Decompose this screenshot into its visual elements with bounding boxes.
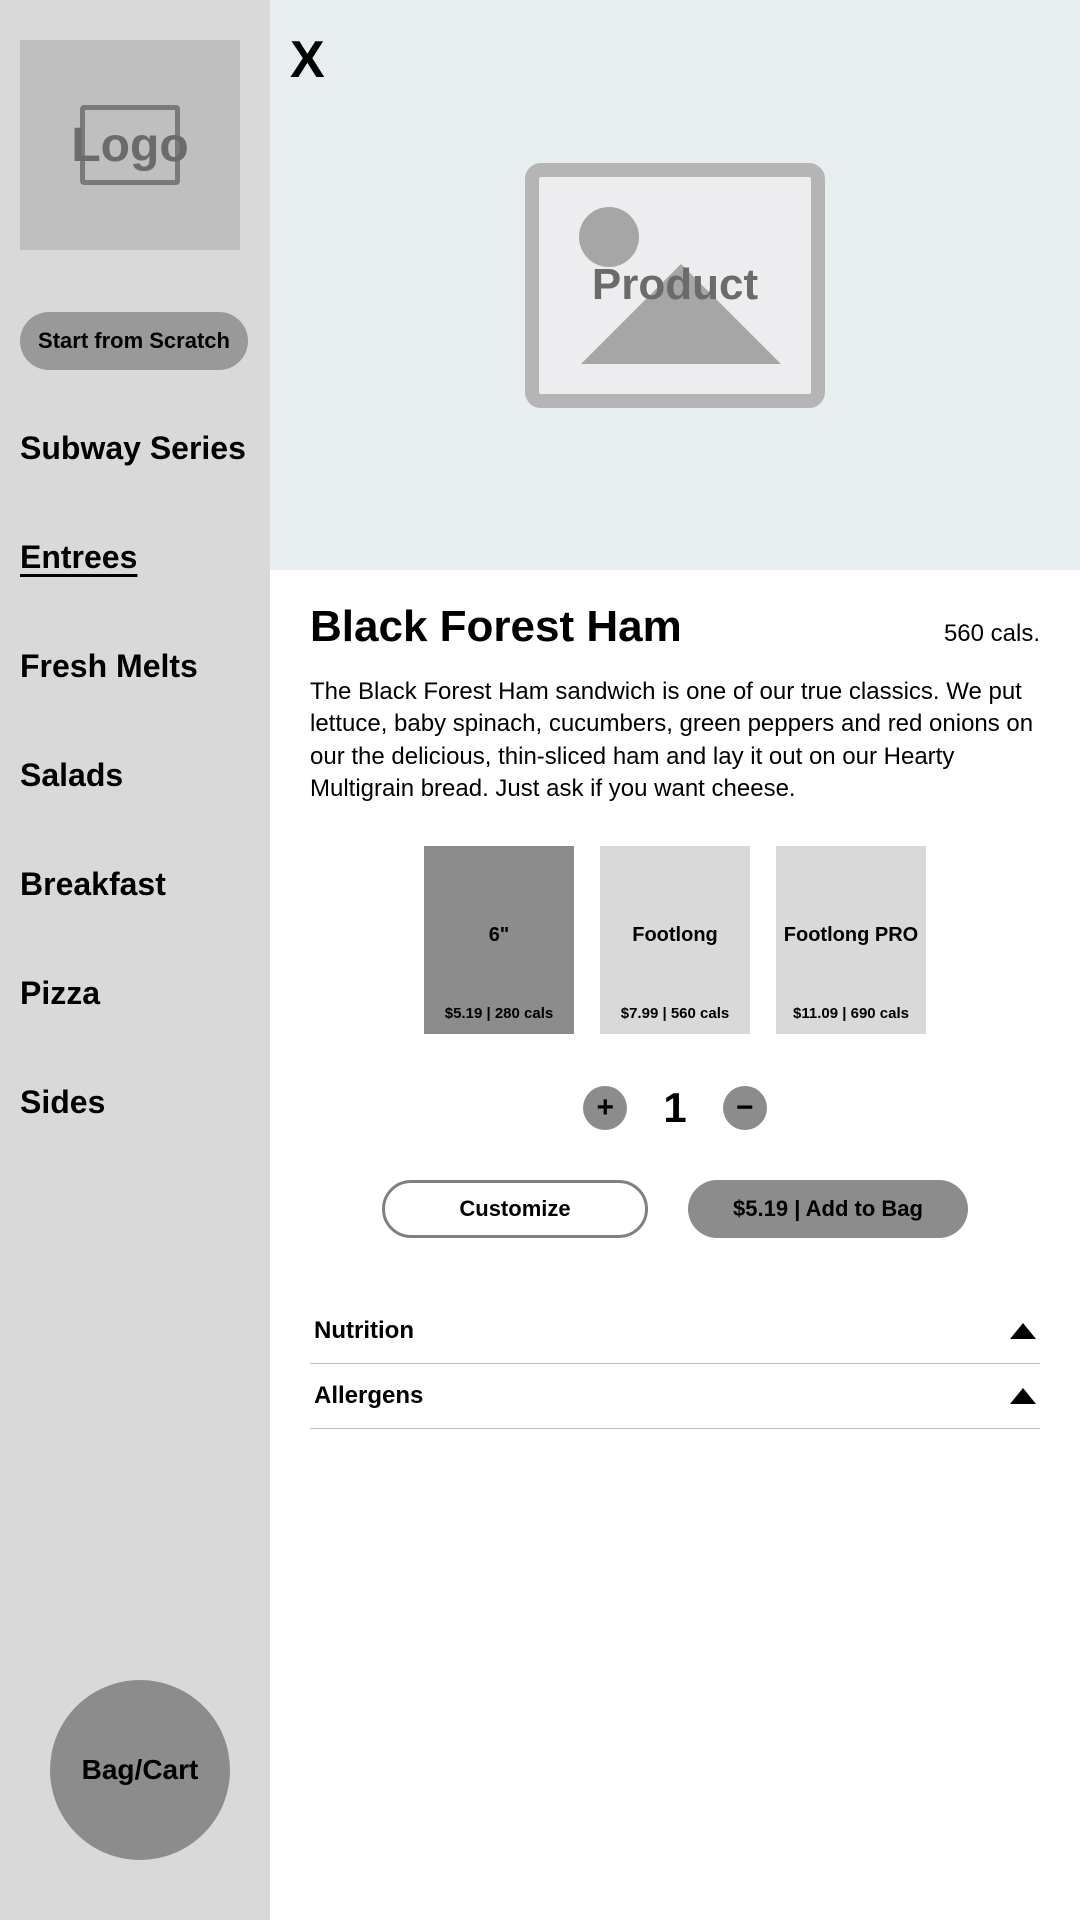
size-name: 6": [424, 924, 574, 947]
quantity-increment-button[interactable]: +: [583, 1086, 627, 1130]
size-options: 6" $5.19 | 280 cals Footlong $7.99 | 560…: [310, 846, 1040, 1034]
sidebar-item-fresh-melts[interactable]: Fresh Melts: [20, 648, 250, 685]
product-title: Black Forest Ham: [310, 602, 682, 652]
chevron-up-icon: [1010, 1323, 1036, 1339]
start-from-scratch-button[interactable]: Start from Scratch: [20, 312, 248, 370]
size-name: Footlong PRO: [776, 924, 926, 947]
accordion-allergens[interactable]: Allergens: [310, 1364, 1040, 1429]
size-meta: $7.99 | 560 cals: [621, 1005, 729, 1022]
sidebar-item-subway-series[interactable]: Subway Series: [20, 430, 250, 467]
quantity-decrement-button[interactable]: −: [723, 1086, 767, 1130]
add-to-bag-button[interactable]: $5.19 | Add to Bag: [688, 1180, 968, 1238]
accordion-label: Nutrition: [314, 1317, 414, 1345]
close-icon[interactable]: X: [290, 30, 325, 90]
logo-label: Logo: [71, 118, 188, 173]
sidebar-item-sides[interactable]: Sides: [20, 1084, 250, 1121]
size-option-6inch[interactable]: 6" $5.19 | 280 cals: [424, 846, 574, 1034]
product-content: Black Forest Ham 560 cals. The Black For…: [270, 570, 1080, 1429]
sidebar: Logo Start from Scratch Subway Series En…: [0, 0, 270, 1920]
product-description: The Black Forest Ham sandwich is one of …: [310, 676, 1040, 806]
category-list: Subway Series Entrees Fresh Melts Salads…: [20, 430, 250, 1121]
product-calories: 560 cals.: [944, 620, 1040, 648]
info-accordion: Nutrition Allergens: [310, 1298, 1040, 1429]
product-image-label: Product: [592, 260, 758, 310]
image-icon: [579, 207, 639, 267]
product-hero: X Product: [270, 0, 1080, 570]
customize-button[interactable]: Customize: [382, 1180, 648, 1238]
quantity-value: 1: [663, 1084, 686, 1132]
quantity-stepper: + 1 −: [310, 1084, 1040, 1132]
size-option-footlong[interactable]: Footlong $7.99 | 560 cals: [600, 846, 750, 1034]
product-image-placeholder: Product: [525, 163, 825, 408]
size-name: Footlong: [600, 924, 750, 947]
size-option-footlong-pro[interactable]: Footlong PRO $11.09 | 690 cals: [776, 846, 926, 1034]
accordion-nutrition[interactable]: Nutrition: [310, 1298, 1040, 1364]
size-meta: $11.09 | 690 cals: [793, 1005, 909, 1022]
accordion-label: Allergens: [314, 1382, 423, 1410]
logo-placeholder: Logo: [20, 40, 240, 250]
sidebar-item-pizza[interactable]: Pizza: [20, 975, 250, 1012]
sidebar-item-breakfast[interactable]: Breakfast: [20, 866, 250, 903]
product-detail-panel: X Product Black Forest Ham 560 cals. The…: [270, 0, 1080, 1920]
chevron-up-icon: [1010, 1388, 1036, 1404]
cart-button[interactable]: Bag/Cart: [50, 1680, 230, 1860]
sidebar-item-entrees[interactable]: Entrees: [20, 539, 250, 576]
product-title-row: Black Forest Ham 560 cals.: [310, 602, 1040, 652]
action-row: Customize $5.19 | Add to Bag: [310, 1180, 1040, 1238]
sidebar-item-salads[interactable]: Salads: [20, 757, 250, 794]
size-meta: $5.19 | 280 cals: [445, 1005, 553, 1022]
